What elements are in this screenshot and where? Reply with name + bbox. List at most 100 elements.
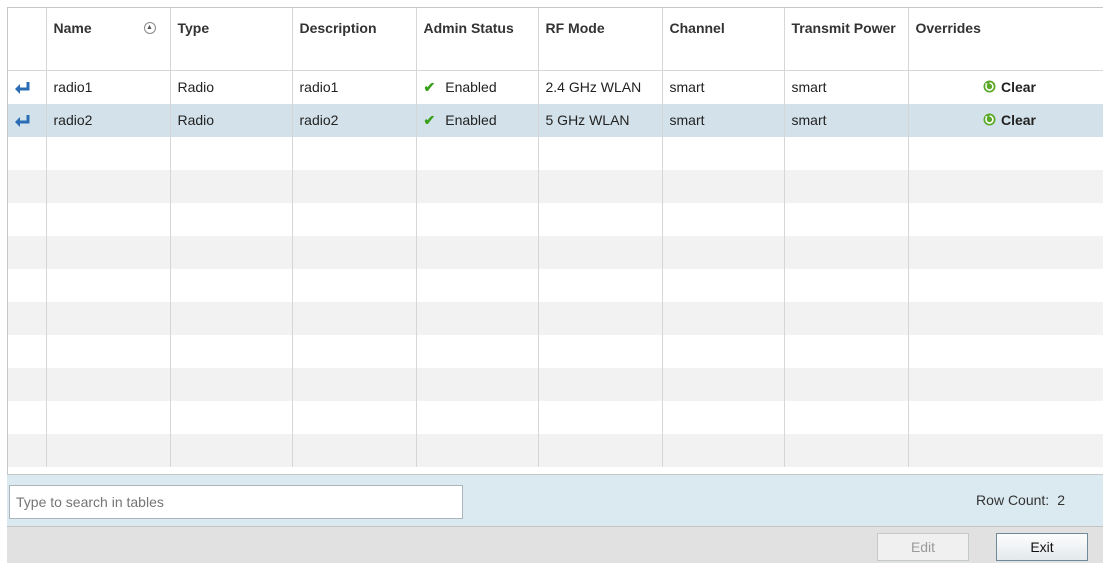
empty-cell <box>46 400 171 434</box>
empty-cell <box>292 433 417 467</box>
cell-overrides: Clear <box>908 70 1103 104</box>
cell-admin-status: ✔ Enabled <box>416 70 539 104</box>
cell-admin-status: ✔ Enabled <box>416 103 539 137</box>
empty-cell <box>170 367 293 401</box>
header-description[interactable]: Description <box>292 8 417 71</box>
empty-cell <box>538 301 663 335</box>
row-count-value: 2 <box>1057 492 1065 508</box>
row-count: Row Count: 2 <box>976 492 1065 508</box>
table-footer: Row Count: 2 <box>7 474 1103 526</box>
check-icon: ✔ <box>423 78 436 95</box>
empty-row <box>8 433 1103 467</box>
header-type[interactable]: Type <box>170 8 293 71</box>
empty-cell <box>416 367 539 401</box>
empty-cell <box>908 268 1103 302</box>
table-row-selected[interactable]: radio2 Radio radio2 ✔ Enabled 5 GHz WLAN … <box>8 103 1103 137</box>
empty-cell <box>292 334 417 368</box>
radio-table-panel: Name ▲ Type Description Admin Status RF M… <box>7 7 1103 525</box>
header-rf-mode[interactable]: RF Mode <box>538 8 663 71</box>
empty-cell <box>538 202 663 236</box>
empty-cell <box>908 136 1103 170</box>
enter-arrow-icon <box>15 81 30 94</box>
empty-cell <box>662 301 785 335</box>
cell-transmit-power: smart <box>784 103 909 137</box>
header-name[interactable]: Name ▲ <box>46 8 171 71</box>
edit-button[interactable]: Edit <box>877 533 969 561</box>
empty-cell <box>784 334 909 368</box>
empty-cell <box>292 400 417 434</box>
cell-name: radio2 <box>46 103 171 137</box>
row-icon-cell <box>8 70 47 104</box>
empty-cell <box>416 301 539 335</box>
empty-cell <box>8 268 47 302</box>
refresh-icon <box>983 113 996 126</box>
empty-cell <box>908 169 1103 203</box>
empty-cell <box>46 136 171 170</box>
cell-rf-mode: 5 GHz WLAN <box>538 103 663 137</box>
header-channel[interactable]: Channel <box>662 8 785 71</box>
empty-cell <box>170 202 293 236</box>
empty-cell <box>46 367 171 401</box>
empty-cell <box>170 433 293 467</box>
empty-cell <box>784 202 909 236</box>
empty-cell <box>662 169 785 203</box>
empty-cell <box>292 202 417 236</box>
empty-cell <box>784 169 909 203</box>
empty-cell <box>908 433 1103 467</box>
empty-cell <box>538 169 663 203</box>
empty-cell <box>46 235 171 269</box>
refresh-icon <box>983 80 996 93</box>
header-overrides[interactable]: Overrides <box>908 8 1103 71</box>
header-icon-col <box>8 8 47 71</box>
empty-cell <box>8 400 47 434</box>
row-icon-cell <box>8 103 47 137</box>
empty-cell <box>538 400 663 434</box>
empty-cell <box>908 235 1103 269</box>
empty-rows <box>8 136 1103 467</box>
table-row[interactable]: radio1 Radio radio1 ✔ Enabled 2.4 GHz WLA… <box>8 70 1103 104</box>
empty-cell <box>8 169 47 203</box>
empty-cell <box>662 268 785 302</box>
empty-cell <box>292 367 417 401</box>
clear-override-button[interactable]: Clear <box>983 79 1036 95</box>
cell-rf-mode: 2.4 GHz WLAN <box>538 70 663 104</box>
action-bar: Edit Exit <box>7 526 1103 563</box>
search-input[interactable] <box>9 485 463 519</box>
empty-cell <box>170 334 293 368</box>
empty-row <box>8 367 1103 401</box>
empty-cell <box>416 235 539 269</box>
sort-icon[interactable]: ▲ <box>143 22 156 34</box>
header-transmit-power[interactable]: Transmit Power <box>784 8 909 71</box>
cell-channel: smart <box>662 103 785 137</box>
check-icon: ✔ <box>423 111 436 128</box>
empty-cell <box>170 169 293 203</box>
empty-cell <box>538 367 663 401</box>
empty-row <box>8 202 1103 236</box>
empty-cell <box>292 169 417 203</box>
empty-cell <box>416 400 539 434</box>
empty-row <box>8 169 1103 203</box>
header-admin-status[interactable]: Admin Status <box>416 8 539 71</box>
empty-cell <box>46 268 171 302</box>
cell-type: Radio <box>170 103 293 137</box>
empty-cell <box>538 268 663 302</box>
exit-button[interactable]: Exit <box>996 533 1088 561</box>
empty-cell <box>784 268 909 302</box>
clear-override-button[interactable]: Clear <box>983 112 1036 128</box>
empty-cell <box>662 235 785 269</box>
empty-cell <box>784 400 909 434</box>
cell-transmit-power: smart <box>784 70 909 104</box>
empty-cell <box>292 301 417 335</box>
empty-cell <box>8 136 47 170</box>
empty-row <box>8 400 1103 434</box>
empty-cell <box>662 202 785 236</box>
empty-cell <box>8 235 47 269</box>
empty-cell <box>784 301 909 335</box>
empty-cell <box>538 334 663 368</box>
empty-cell <box>8 334 47 368</box>
empty-cell <box>8 301 47 335</box>
empty-cell <box>662 334 785 368</box>
empty-cell <box>416 433 539 467</box>
empty-row <box>8 334 1103 368</box>
empty-row <box>8 136 1103 170</box>
